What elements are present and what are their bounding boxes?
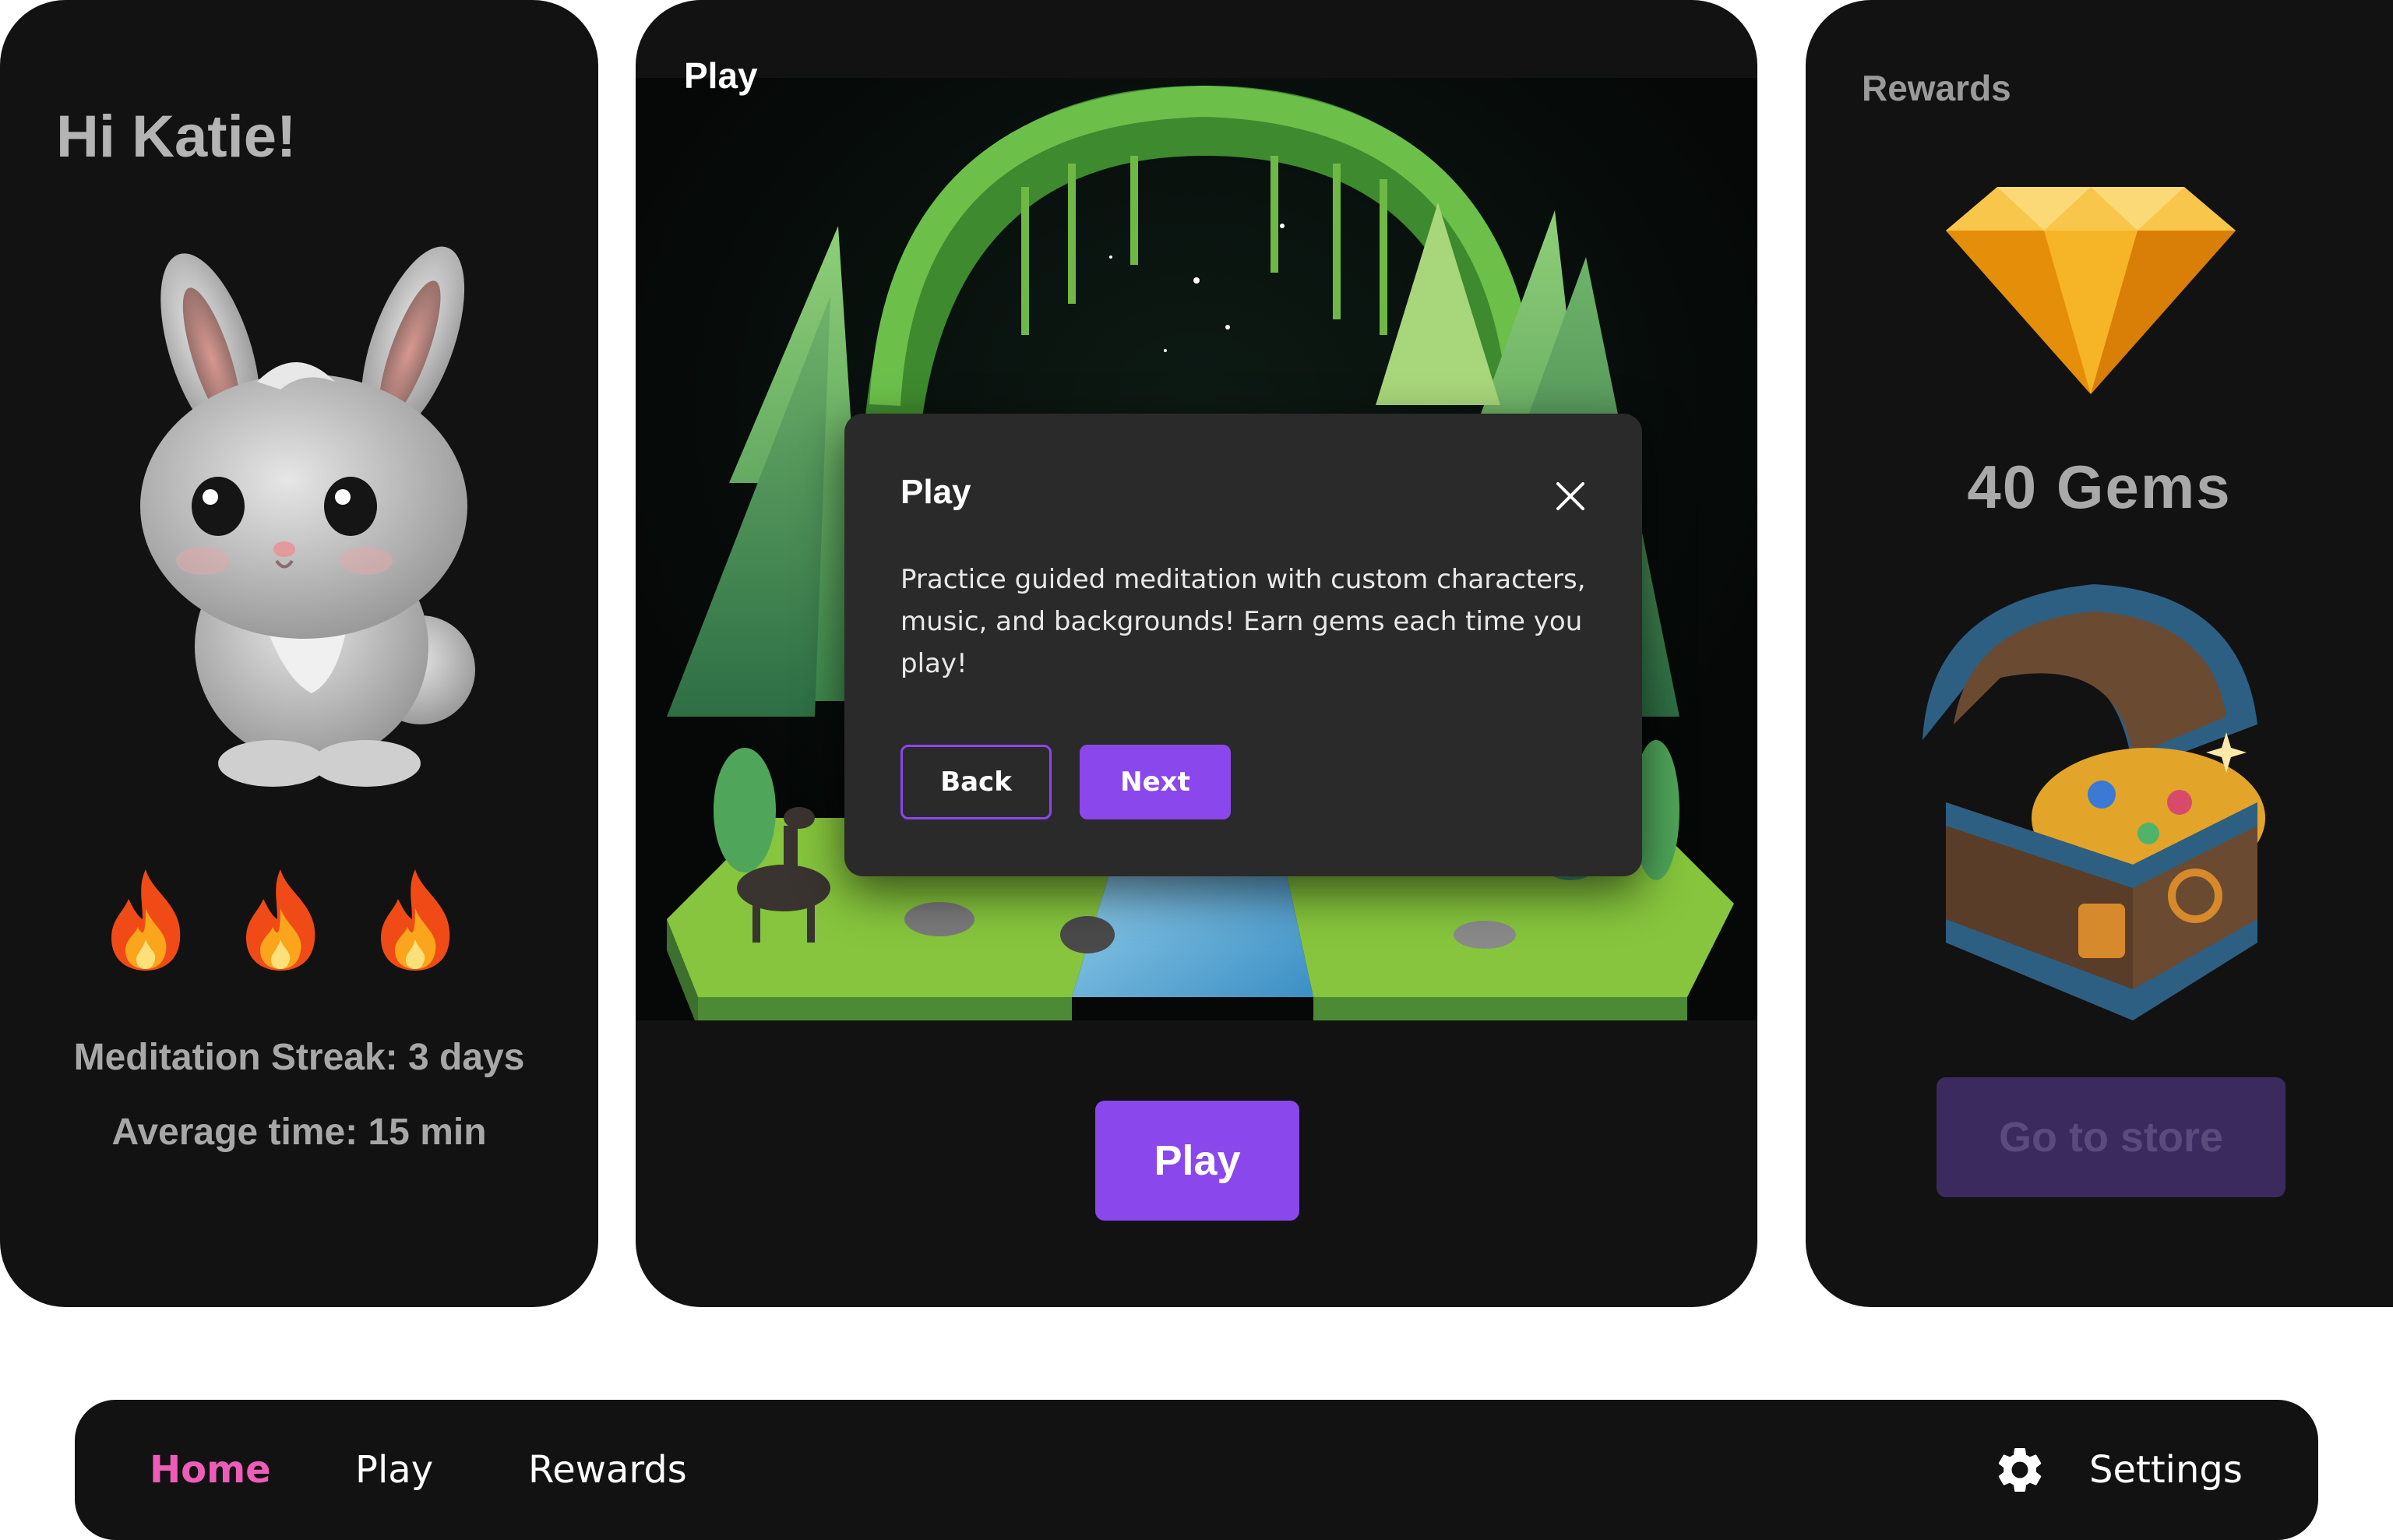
flame-icon [246, 869, 315, 971]
play-card-title: Play [684, 55, 758, 96]
meditation-streak: Meditation Streak: 3 days [73, 1037, 525, 1078]
gem-icon [1946, 187, 2236, 394]
average-time: Average time: 15 min [111, 1112, 487, 1153]
rewards-card: Rewards 40 Gems Go to store [1806, 0, 2393, 1307]
play-info-dialog: Play Practice guided meditation with cus… [844, 414, 1642, 876]
gem-count: 40 Gems [1967, 453, 2232, 521]
nav-rewards[interactable]: Rewards [528, 1400, 687, 1540]
nav-home[interactable]: Home [150, 1400, 271, 1540]
go-to-store-button[interactable]: Go to store [1937, 1077, 2286, 1197]
greeting: Hi Katie! [56, 104, 297, 170]
back-button[interactable]: Back [900, 745, 1052, 819]
nav-play[interactable]: Play [355, 1400, 433, 1540]
close-icon [1556, 482, 1584, 510]
rewards-title: Rewards [1862, 68, 2011, 108]
gear-icon [1998, 1447, 2042, 1492]
dialog-body: Practice guided meditation with custom c… [900, 564, 1586, 679]
treasure-chest-icon [1923, 584, 2265, 1020]
settings-icon-button[interactable] [1993, 1400, 2047, 1540]
close-button[interactable] [1545, 471, 1595, 521]
bunny-icon [140, 246, 475, 787]
next-button[interactable]: Next [1080, 745, 1231, 819]
dialog-title: Play [900, 473, 971, 511]
play-button[interactable]: Play [1095, 1101, 1299, 1221]
nav-settings[interactable]: Settings [2089, 1400, 2243, 1540]
flame-icon [381, 869, 450, 971]
home-card: Hi Katie! Meditation Streak: 3 days Aver… [0, 0, 598, 1307]
bottom-nav: Home Play Rewards Settings [75, 1400, 2318, 1540]
flame-icon [111, 869, 181, 971]
streak-flames [97, 865, 463, 981]
